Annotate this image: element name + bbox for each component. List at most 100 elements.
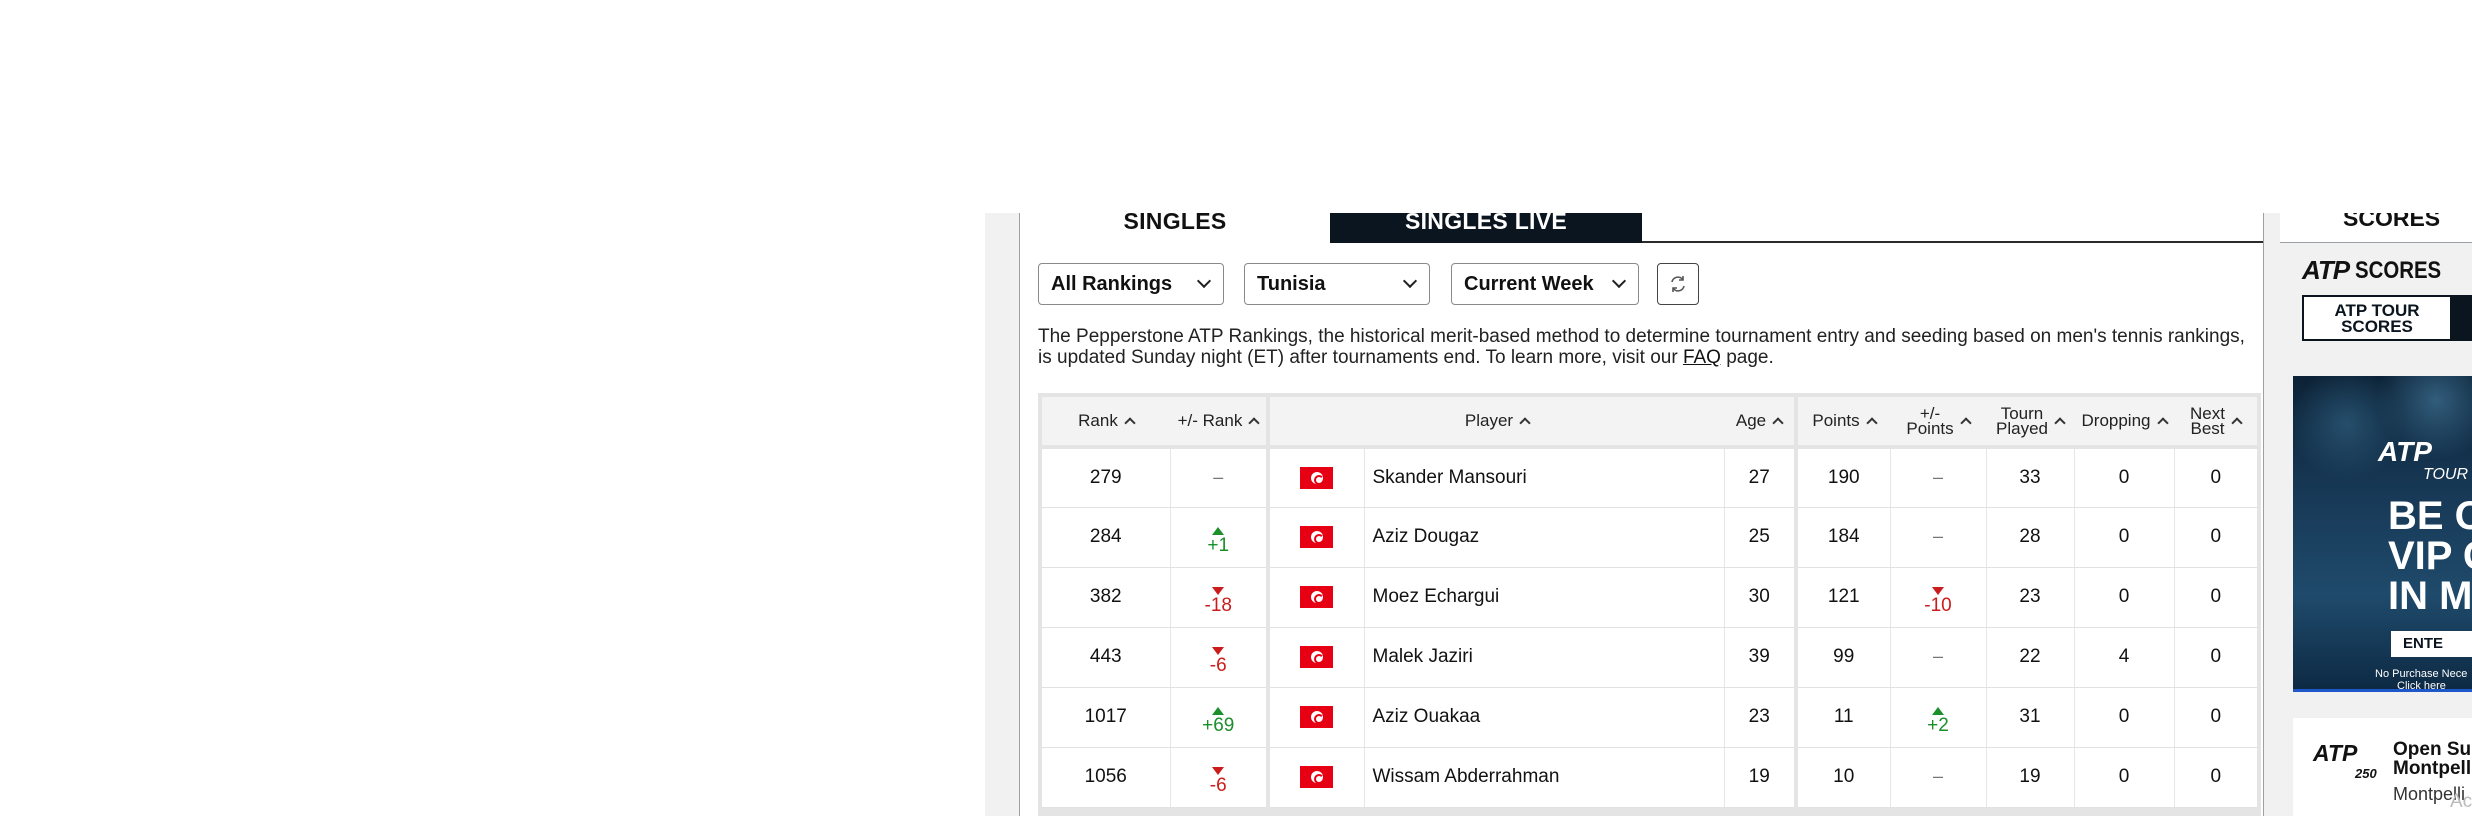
rankings-select[interactable]: All Rankings (1038, 263, 1224, 305)
points-cell: 121 (1796, 567, 1891, 628)
ad-enter-button[interactable]: ENTE (2391, 631, 2472, 657)
change-value: -10 (1924, 595, 1952, 616)
points-cell: 11 (1796, 687, 1891, 748)
triangle-down-icon (1212, 587, 1225, 595)
rankings-table-wrap: Rank +/- Rank Player Age Points +/- Point… (1038, 393, 2261, 816)
next-best-cell: 0 (2174, 627, 2257, 688)
header-age[interactable]: Age (1724, 397, 1798, 449)
player-name-link[interactable]: Aziz Ouakaa (1373, 706, 1481, 727)
tourn-played-cell: 31 (1986, 687, 2075, 748)
tourn-played-cell: 23 (1986, 567, 2075, 628)
points_change-cell: -10 (1890, 567, 1987, 628)
player-name-link[interactable]: Malek Jaziri (1373, 646, 1473, 667)
rank-cell: 284 (1042, 507, 1171, 568)
sort-up-icon (1124, 417, 1136, 429)
header-player[interactable]: Player (1268, 397, 1724, 449)
table-row[interactable]: 284 +1 Aziz Dougaz 25 184–28 0 0 (1042, 507, 2257, 568)
ad-headline-1: BE O (2388, 494, 2472, 538)
player-cell[interactable]: Moez Echargui (1364, 567, 1725, 628)
player-name-link[interactable]: Moez Echargui (1373, 586, 1500, 607)
player-name-link[interactable]: Skander Mansouri (1373, 467, 1527, 488)
sidebar-top-tab[interactable]: SCORES (2280, 213, 2472, 243)
advertisement-banner[interactable]: ATP TOUR BE O VIP G IN M ENTE No Purchas… (2293, 376, 2472, 692)
header-points-change[interactable]: +/- Points (1890, 397, 1986, 449)
ad-headline-2: VIP G (2388, 534, 2472, 578)
header-rank[interactable]: Rank (1042, 397, 1170, 449)
rankings-table: Rank +/- Rank Player Age Points +/- Point… (1042, 397, 2257, 808)
tournament-card[interactable]: ATP 250 Open Su Montpell Montpelli (2293, 718, 2472, 816)
scores-tab-dark[interactable] (2450, 297, 2472, 339)
dropping-cell: 4 (2074, 627, 2175, 688)
player-cell[interactable]: Aziz Dougaz (1364, 507, 1725, 568)
player-cell[interactable]: Skander Mansouri (1364, 447, 1725, 508)
header-dropping[interactable]: Dropping (2074, 397, 2174, 449)
header-dropping-label: Dropping (2081, 411, 2151, 430)
atp-tour-scores-label: ATP TOUR SCORES (2334, 301, 2420, 336)
header-rank-change[interactable]: +/- Rank (1170, 397, 1270, 449)
rank_change-cell: +69 (1170, 687, 1270, 748)
country-select-value: Tunisia (1257, 272, 1326, 295)
tournament-name-1: Open Su (2393, 739, 2472, 760)
table-row[interactable]: 1056 -6 Wissam Abderrahman 19 10–19 0 0 (1042, 747, 2257, 808)
change-indicator: -6 (1210, 767, 1227, 795)
triangle-up-icon (1212, 527, 1225, 535)
sort-up-icon (2156, 417, 2169, 429)
week-select[interactable]: Current Week (1451, 263, 1639, 305)
player-cell[interactable]: Malek Jaziri (1364, 627, 1725, 688)
sort-up-icon (1248, 417, 1261, 429)
no-change-dash: – (1213, 466, 1224, 487)
header-next-best[interactable]: Next Best (2174, 397, 2257, 449)
table-row[interactable]: 382 -18 Moez Echargui 30 121 -10 23 0 0 (1042, 567, 2257, 628)
points_change-cell: – (1890, 507, 1987, 568)
tourn-played-cell: 33 (1986, 447, 2075, 508)
rank-cell: 1056 (1042, 747, 1171, 808)
rank-cell: 443 (1042, 627, 1171, 688)
rankings-select-value: All Rankings (1051, 272, 1173, 295)
change-indicator: +1 (1207, 527, 1229, 555)
tunisia-flag-icon (1300, 466, 1334, 489)
no-change-dash: – (1932, 526, 1943, 546)
change-value: +2 (1927, 715, 1949, 736)
rank_change-cell: – (1170, 447, 1270, 508)
atp-tour-scores-button[interactable]: ATP TOUR SCORES (2302, 295, 2472, 341)
rankings-tabs: SINGLES SINGLES LIVE (1020, 213, 2263, 243)
tab-singles[interactable]: SINGLES (1020, 213, 1330, 243)
refresh-button[interactable] (1657, 263, 1699, 305)
dropping-cell: 0 (2074, 747, 2175, 808)
ad-fine-1: No Purchase Nece (2375, 668, 2468, 680)
next-best-cell: 0 (2174, 747, 2257, 808)
ad-choices-label[interactable]: Ac (2450, 791, 2472, 813)
flag-cell (1268, 747, 1365, 808)
table-header-row: Rank +/- Rank Player Age Points +/- Point… (1042, 397, 2257, 449)
table-row[interactable]: 443 -6 Malek Jaziri 39 99 – 22 4 0 (1042, 627, 2257, 688)
sort-up-icon (2231, 417, 2243, 429)
age-cell: 25 (1724, 507, 1798, 568)
ad-fine-print: No Purchase Nece Click here (2375, 668, 2468, 689)
flag-cell (1268, 447, 1365, 508)
faq-link[interactable]: FAQ (1683, 347, 1721, 368)
header-points-label: Points (1812, 411, 1860, 430)
tourn-played-cell: 28 (1986, 507, 2075, 568)
dropping-cell: 0 (2074, 447, 2175, 508)
header-player-label: Player (1464, 411, 1514, 430)
table-row[interactable]: 1017 +69 Aziz Ouakaa 23 11 +2 31 0 0 (1042, 687, 2257, 748)
country-select[interactable]: Tunisia (1244, 263, 1430, 305)
player-cell[interactable]: Wissam Abderrahman (1364, 747, 1725, 808)
rankings-table-body: 279– Skander Mansouri 27 190–33 0 0 284 +1 Aziz … (1042, 447, 2257, 808)
table-row[interactable]: 279– Skander Mansouri 27 190–33 0 0 (1042, 447, 2257, 508)
tournament-name: Open Su Montpell (2393, 740, 2471, 778)
refresh-icon (1671, 276, 1685, 292)
tab-singles-live[interactable]: SINGLES LIVE (1330, 213, 1642, 243)
player-name-link[interactable]: Aziz Dougaz (1373, 526, 1480, 547)
player-cell[interactable]: Aziz Ouakaa (1364, 687, 1725, 748)
header-points-change-label-2: Points (1906, 419, 1954, 438)
header-points[interactable]: Points (1796, 397, 1890, 449)
player-name-link[interactable]: Wissam Abderrahman (1373, 766, 1560, 787)
header-rank-label: Rank (1078, 411, 1118, 430)
header-tourn-played[interactable]: Tourn Played (1986, 397, 2074, 449)
points_change-cell: +2 (1890, 687, 1987, 748)
rank_change-cell: -6 (1170, 627, 1270, 688)
flag-cell (1268, 567, 1365, 628)
flag-cell (1268, 627, 1365, 688)
next-best-cell: 0 (2174, 567, 2257, 628)
